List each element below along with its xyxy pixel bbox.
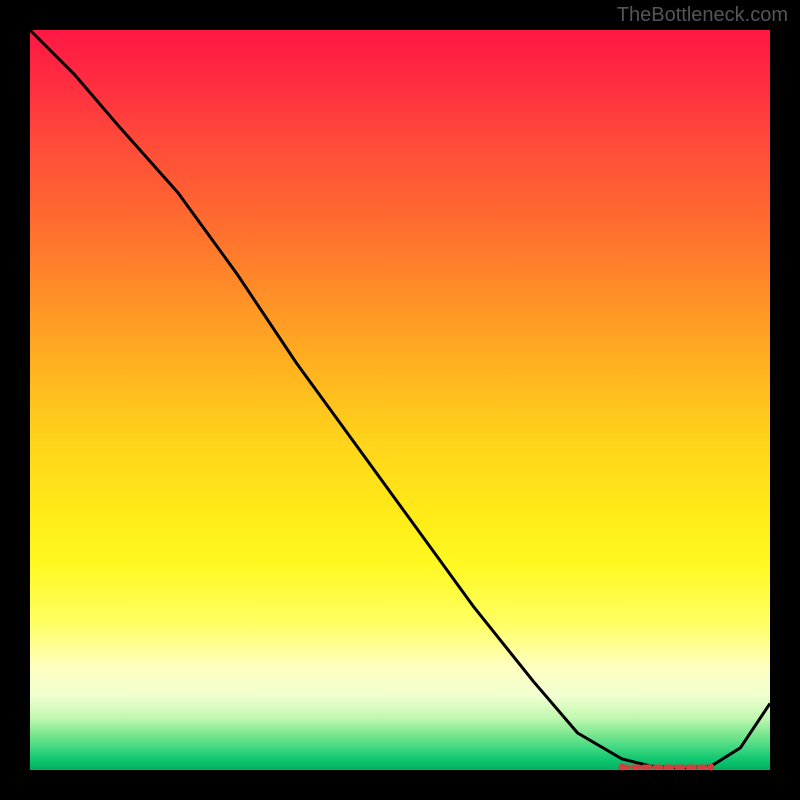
optimal-band <box>619 764 715 771</box>
optimal-range-endpoint <box>707 764 714 771</box>
line-series <box>30 30 770 768</box>
chart-plot-area <box>30 30 770 770</box>
bottleneck-line <box>30 30 770 768</box>
watermark-text: TheBottleneck.com <box>617 4 788 27</box>
chart-svg <box>30 30 770 770</box>
optimal-range-endpoint <box>619 764 626 771</box>
